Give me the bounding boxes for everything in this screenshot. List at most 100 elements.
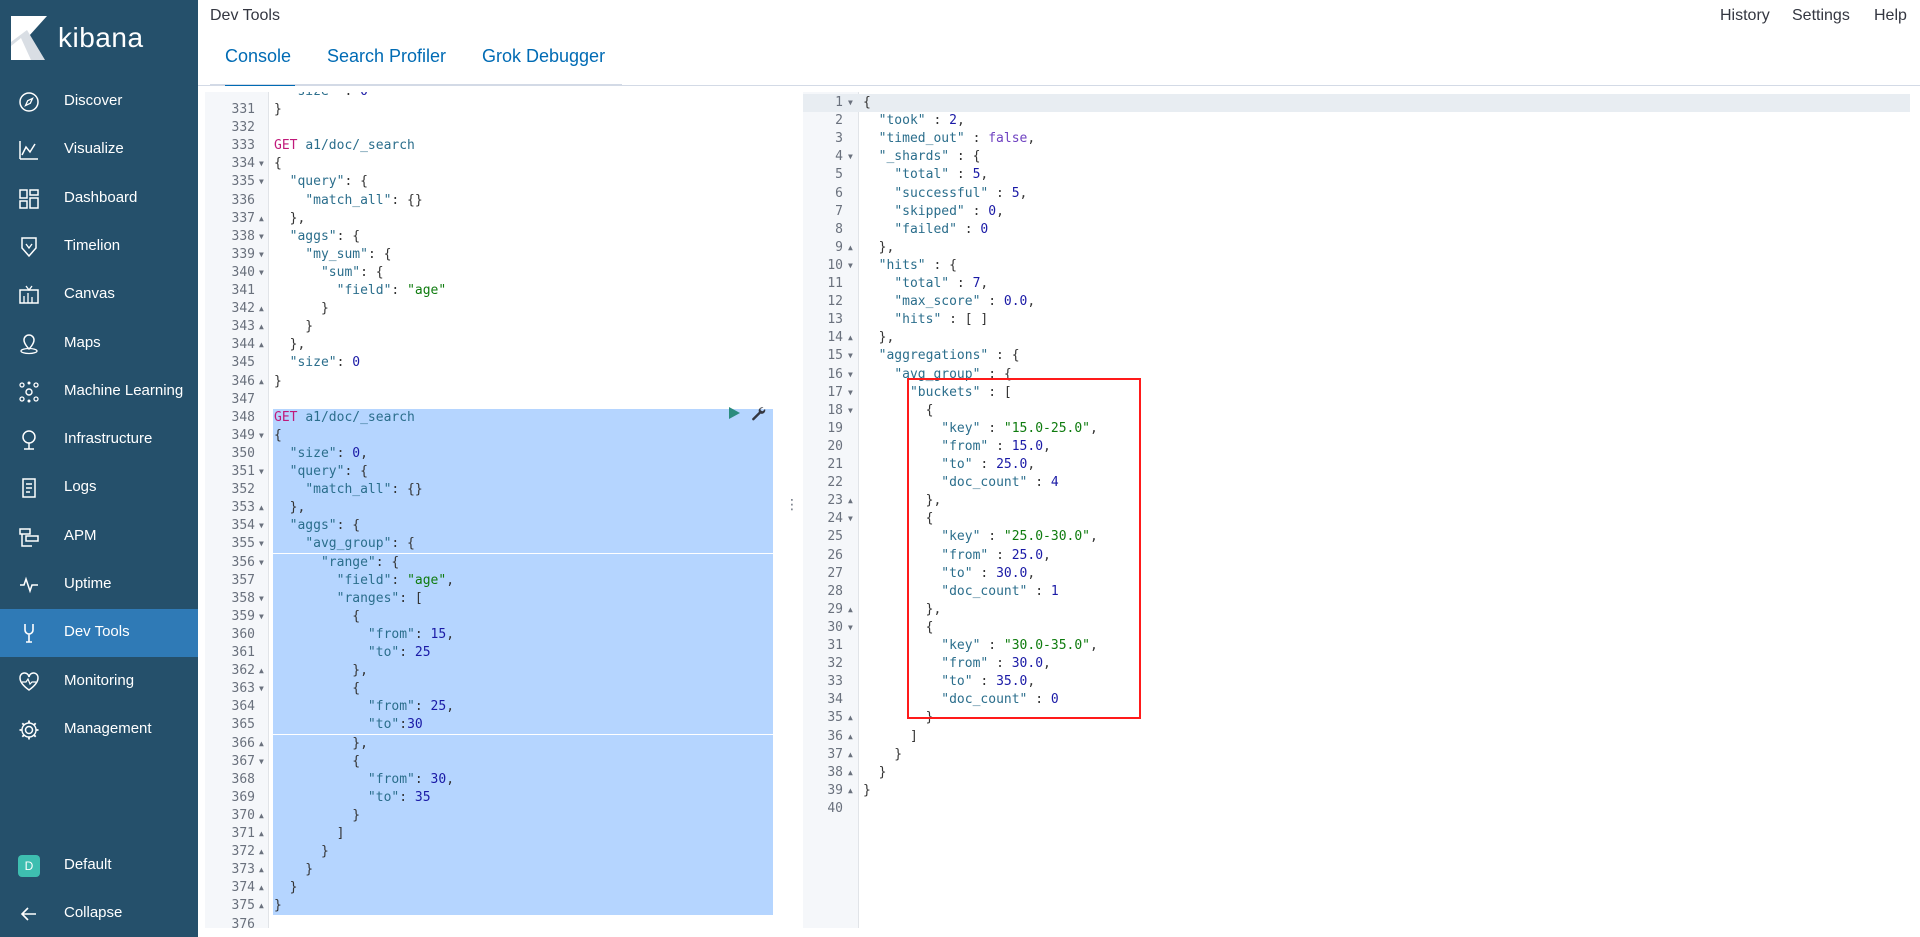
tab-console[interactable]: Console <box>225 46 295 86</box>
compass-icon <box>19 92 39 112</box>
request-line: 341 "field": "age" <box>205 282 773 300</box>
play-icon[interactable] <box>726 405 742 421</box>
code-text: }, <box>863 330 895 346</box>
line-number: 349 <box>231 427 255 443</box>
fold-arrow-down-icon[interactable]: ▼ <box>259 463 264 481</box>
fold-arrow-up-icon[interactable]: ▲ <box>259 318 264 336</box>
line-number: 33 <box>827 674 843 690</box>
code-text: { <box>274 681 361 697</box>
fold-arrow-up-icon[interactable]: ▲ <box>848 709 853 727</box>
fold-arrow-up-icon[interactable]: ▲ <box>259 662 264 680</box>
code-text: "aggs": { <box>289 228 361 244</box>
sidebar-item-uptime[interactable]: Uptime <box>0 561 198 609</box>
fold-arrow-down-icon[interactable]: ▼ <box>259 608 264 626</box>
fold-arrow-down-icon[interactable]: ▼ <box>259 590 264 608</box>
brand[interactable]: kibana <box>0 0 198 78</box>
settings-link[interactable]: Settings <box>1792 7 1850 25</box>
fold-arrow-up-icon[interactable]: ▲ <box>259 210 264 228</box>
response-line: 19 "key" : "15.0-25.0", <box>803 420 1910 438</box>
fold-arrow-up-icon[interactable]: ▲ <box>259 735 264 753</box>
history-link[interactable]: History <box>1720 7 1770 25</box>
sidebar-item-dashboard[interactable]: Dashboard <box>0 175 198 223</box>
sidebar-item-machine-learning[interactable]: Machine Learning <box>0 368 198 416</box>
fold-arrow-up-icon[interactable]: ▲ <box>848 492 853 510</box>
sidebar-item-visualize[interactable]: Visualize <box>0 126 198 174</box>
fold-arrow-up-icon[interactable]: ▲ <box>259 807 264 825</box>
sidebar-item-maps[interactable]: Maps <box>0 320 198 368</box>
response-editor[interactable]: 1 ▼{2 "took" : 2, 3 "timed_out" : false, 4 ▼… <box>803 92 1910 928</box>
request-line: 352 "match_all": {} <box>232 481 773 500</box>
code-text: } <box>863 710 934 726</box>
help-link[interactable]: Help <box>1874 7 1907 25</box>
fold-arrow-down-icon[interactable]: ▼ <box>259 264 264 282</box>
fold-arrow-down-icon[interactable]: ▼ <box>259 155 264 173</box>
fold-arrow-up-icon[interactable]: ▲ <box>259 897 264 915</box>
fold-arrow-down-icon[interactable]: ▼ <box>259 427 264 445</box>
fold-arrow-up-icon[interactable]: ▲ <box>848 329 853 347</box>
fold-arrow-down-icon[interactable]: ▼ <box>259 228 264 246</box>
fold-arrow-down-icon[interactable]: ▼ <box>848 510 853 528</box>
fold-arrow-down-icon[interactable]: ▼ <box>259 246 264 264</box>
fold-arrow-up-icon[interactable]: ▲ <box>259 336 264 354</box>
resizer-handle-icon[interactable]: ⋮ <box>785 496 799 513</box>
sidebar-item-management[interactable]: Management <box>0 706 198 754</box>
collapse-button[interactable]: Collapse <box>0 890 198 937</box>
request-line: 365 "to":30 <box>232 716 773 735</box>
sidebar-item-canvas[interactable]: Canvas <box>0 271 198 319</box>
fold-arrow-up-icon[interactable]: ▲ <box>259 825 264 843</box>
fold-arrow-up-icon[interactable]: ▲ <box>848 601 853 619</box>
fold-arrow-down-icon[interactable]: ▼ <box>259 680 264 698</box>
line-number: 354 <box>231 518 255 534</box>
fold-arrow-down-icon[interactable]: ▼ <box>259 517 264 535</box>
code-text: "hits" : [ ] <box>894 312 989 328</box>
fold-arrow-up-icon[interactable]: ▲ <box>848 782 853 800</box>
wrench-icon[interactable] <box>750 405 766 421</box>
fold-arrow-down-icon[interactable]: ▼ <box>848 402 853 420</box>
space-selector[interactable]: D Default <box>0 842 198 890</box>
fold-arrow-down-icon[interactable]: ▼ <box>848 94 853 112</box>
sidebar-item-apm[interactable]: APM <box>0 513 198 561</box>
sidebar-item-dev-tools[interactable]: Dev Tools <box>0 609 198 658</box>
request-editor[interactable]: "size" : 0331}332333GET a1/doc/_search33… <box>205 92 773 928</box>
pane-resizer[interactable]: ⋮ <box>773 92 803 928</box>
response-line: 32 "from" : 30.0, <box>803 655 1910 673</box>
fold-arrow-down-icon[interactable]: ▼ <box>848 148 853 166</box>
fold-arrow-down-icon[interactable]: ▼ <box>259 753 264 771</box>
line-number: 7 <box>835 203 843 219</box>
fold-arrow-down-icon[interactable]: ▼ <box>848 257 853 275</box>
sidebar-item-label: Infrastructure <box>64 430 153 448</box>
fold-arrow-up-icon[interactable]: ▲ <box>259 879 264 897</box>
sidebar-item-infrastructure[interactable]: Infrastructure <box>0 416 198 464</box>
fold-arrow-down-icon[interactable]: ▼ <box>259 554 264 572</box>
fold-arrow-up-icon[interactable]: ▲ <box>259 300 264 318</box>
request-line: 364 "from": 25, <box>232 698 773 717</box>
fold-arrow-up-icon[interactable]: ▲ <box>848 728 853 746</box>
fold-arrow-down-icon[interactable]: ▼ <box>848 384 853 402</box>
tab-search-profiler[interactable]: Search Profiler <box>327 46 446 86</box>
tab-grok-debugger[interactable]: Grok Debugger <box>482 46 605 86</box>
fold-arrow-down-icon[interactable]: ▼ <box>259 535 264 553</box>
sidebar-item-timelion[interactable]: Timelion <box>0 223 198 271</box>
fold-arrow-up-icon[interactable]: ▲ <box>848 239 853 257</box>
fold-arrow-up-icon[interactable]: ▲ <box>259 861 264 879</box>
monitoring-icon <box>19 671 39 691</box>
request-line: 340 ▼ "sum": { <box>205 264 773 282</box>
fold-arrow-up-icon[interactable]: ▲ <box>848 764 853 782</box>
fold-arrow-down-icon[interactable]: ▼ <box>848 366 853 384</box>
fold-arrow-down-icon[interactable]: ▼ <box>259 173 264 191</box>
sidebar-item-logs[interactable]: Logs <box>0 464 198 512</box>
response-line: 5 "total" : 5, <box>803 166 1910 184</box>
code-text: } <box>274 373 282 389</box>
fold-arrow-down-icon[interactable]: ▼ <box>848 347 853 365</box>
sidebar-item-label: Discover <box>64 92 123 109</box>
fold-arrow-up-icon[interactable]: ▲ <box>259 843 264 861</box>
fold-arrow-up-icon[interactable]: ▲ <box>259 373 264 391</box>
sidebar-item-discover[interactable]: Discover <box>0 78 198 126</box>
request-line: 334 ▼ { <box>205 155 773 173</box>
code-text: "key" : "15.0-25.0", <box>941 420 1098 436</box>
fold-arrow-up-icon[interactable]: ▲ <box>259 499 264 517</box>
request-line: 345 "size": 0 <box>205 354 773 372</box>
fold-arrow-down-icon[interactable]: ▼ <box>848 619 853 637</box>
sidebar-item-monitoring[interactable]: Monitoring <box>0 658 198 706</box>
fold-arrow-up-icon[interactable]: ▲ <box>848 746 853 764</box>
